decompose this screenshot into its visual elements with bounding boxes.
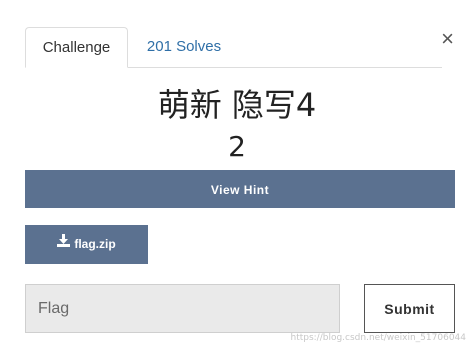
flag-input[interactable]: [25, 284, 340, 333]
close-icon[interactable]: ×: [441, 28, 454, 50]
tab-bar: Challenge 201 Solves: [25, 27, 442, 68]
tab-solves[interactable]: 201 Solves: [129, 27, 239, 67]
challenge-points: 2: [228, 130, 246, 163]
tab-challenge[interactable]: Challenge: [25, 27, 128, 68]
challenge-title: 萌新 隐写4: [157, 86, 317, 124]
download-file-button[interactable]: flag.zip: [25, 225, 148, 264]
download-icon: [57, 224, 71, 263]
view-hint-button[interactable]: View Hint: [25, 170, 455, 208]
file-name-label: flag.zip: [74, 237, 116, 251]
challenge-modal: Challenge 201 Solves × 萌新 隐写4 2 View Hin…: [0, 0, 474, 351]
submit-button[interactable]: Submit: [364, 284, 455, 333]
watermark: https://blog.csdn.net/weixin_51706044: [290, 333, 466, 343]
